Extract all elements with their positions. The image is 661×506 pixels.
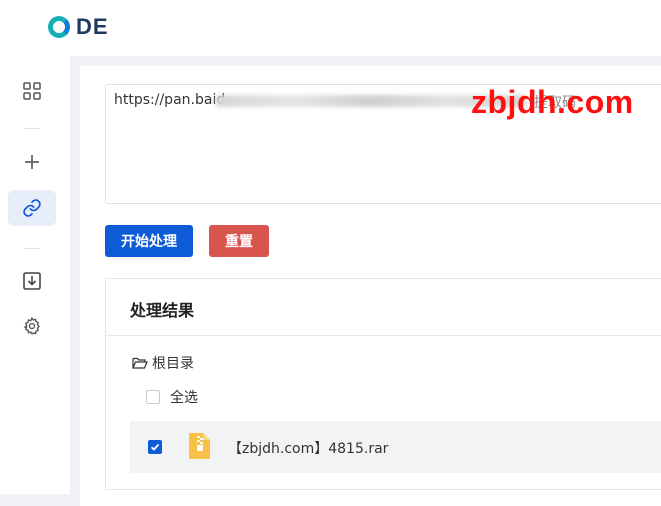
- select-all-label: 全选: [170, 390, 198, 406]
- gear-icon: [23, 316, 40, 335]
- result-card: 处理结果 根目录 全选 【zbjdh.com】4815.rar: [105, 278, 661, 490]
- result-divider: [106, 335, 661, 336]
- root-folder-label: 根目录: [152, 356, 194, 372]
- grid-icon: [23, 82, 41, 100]
- watermark-text: zbjdh.com: [471, 84, 634, 120]
- file-row[interactable]: 【zbjdh.com】4815.rar: [130, 421, 661, 473]
- select-all-checkbox[interactable]: [146, 390, 160, 404]
- sidebar-divider: [24, 248, 40, 249]
- file-name: 【zbjdh.com】4815.rar: [228, 441, 389, 457]
- file-checkbox[interactable]: [148, 440, 162, 454]
- download-icon: [23, 272, 41, 290]
- check-icon: [150, 443, 160, 451]
- link-icon: [23, 199, 41, 217]
- sidebar-item-add[interactable]: [8, 144, 56, 180]
- sidebar: [0, 56, 70, 494]
- sidebar-item-dashboard[interactable]: [8, 73, 56, 109]
- plus-icon: [25, 155, 39, 169]
- logo-ring-icon: [48, 16, 70, 38]
- select-all[interactable]: 全选: [146, 387, 198, 407]
- root-folder[interactable]: 根目录: [132, 353, 194, 373]
- logo-text: DE: [76, 14, 109, 39]
- top-bar: DE: [0, 0, 661, 56]
- folder-open-icon: [132, 357, 148, 369]
- url-input-text: https://pan.baid: [114, 92, 226, 108]
- sidebar-item-link[interactable]: [8, 190, 56, 226]
- sidebar-divider: [24, 128, 40, 129]
- reset-button[interactable]: 重置: [209, 225, 269, 257]
- sidebar-item-settings[interactable]: [8, 308, 56, 344]
- app-logo[interactable]: DE: [48, 14, 109, 40]
- result-title: 处理结果: [130, 301, 195, 320]
- archive-file-icon: [189, 433, 210, 459]
- sidebar-item-download[interactable]: [8, 263, 56, 299]
- start-process-button[interactable]: 开始处理: [105, 225, 193, 257]
